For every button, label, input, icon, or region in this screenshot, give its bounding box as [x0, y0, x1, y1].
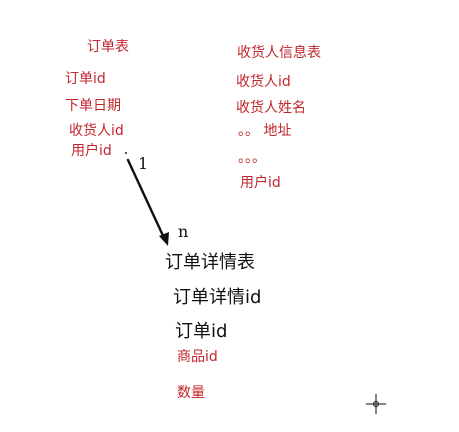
relation-many-label: n	[178, 222, 189, 241]
detail-table-field-detail-id: 订单详情id	[173, 287, 262, 308]
detail-table-field-quantity: 数量	[177, 385, 205, 401]
detail-table-field-order-id: 订单id	[175, 321, 228, 342]
detail-table-field-product-id: 商品id	[177, 349, 218, 365]
detail-table-title: 订单详情表	[165, 252, 255, 273]
relation-one-label: 1	[138, 154, 149, 173]
crosshair-cursor-icon	[366, 394, 386, 414]
relation-arrow-icon	[126, 158, 169, 246]
